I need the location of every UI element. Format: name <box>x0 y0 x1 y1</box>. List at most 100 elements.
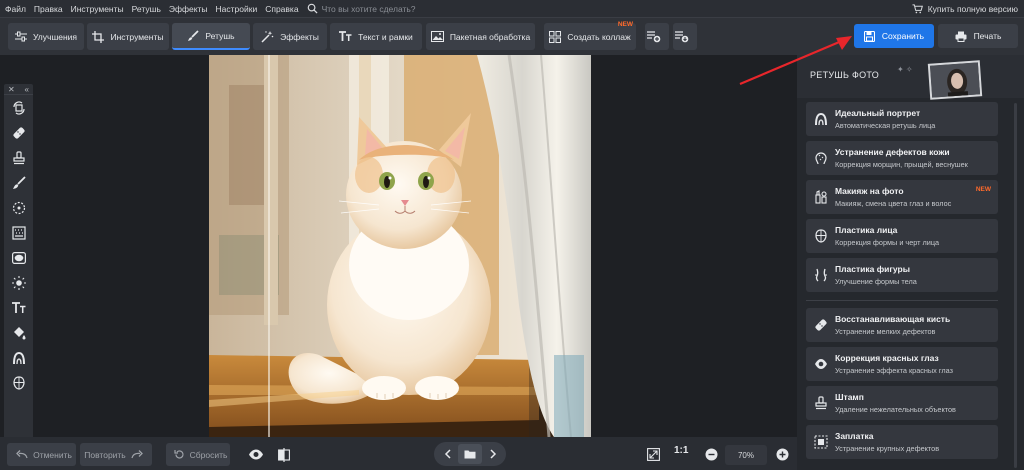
card-red-eye[interactable]: Коррекция красных глаз Устранение эффект… <box>806 347 998 381</box>
card-figure-shape[interactable]: Пластика фигуры Улучшение формы тела <box>806 258 998 292</box>
undo-button[interactable]: Отменить <box>7 443 76 466</box>
print-button[interactable]: Печать <box>938 24 1018 48</box>
close-icon[interactable]: ✕ <box>8 84 15 94</box>
new-badge: NEW <box>975 186 991 193</box>
face-shape-icon <box>12 375 25 390</box>
tab-batch-processing[interactable]: Пакетная обработка <box>426 23 535 50</box>
tab-effects[interactable]: Эффекты <box>253 23 327 50</box>
stamp-icon <box>815 396 827 410</box>
card-stamp[interactable]: Штамп Удаление нежелательных объектов <box>806 386 998 420</box>
card-subtitle: Устранение эффекта красных глаз <box>835 366 953 375</box>
sparkle-icon: ✦ ✧ <box>897 65 913 74</box>
tool-vignette[interactable] <box>4 245 33 270</box>
patch-area-icon <box>814 435 828 449</box>
card-healing-brush[interactable]: Восстанавливающая кисть Устранение мелки… <box>806 308 998 342</box>
menu-tools[interactable]: Инструменты <box>67 4 128 14</box>
tool-stamp[interactable] <box>4 145 33 170</box>
card-title: Восстанавливающая кисть <box>835 314 951 324</box>
buy-label: Купить полную версию <box>927 3 1018 14</box>
tool-face-shape[interactable] <box>4 370 33 395</box>
magic-wand-icon <box>261 30 274 43</box>
fill-icon <box>13 326 25 339</box>
compare-toggle[interactable] <box>275 443 293 466</box>
menu-effects[interactable]: Эффекты <box>165 4 212 14</box>
left-tool-panel: ✕ « <box>4 84 33 464</box>
redo-button[interactable]: Повторить <box>80 443 152 466</box>
tool-radial[interactable] <box>4 195 33 220</box>
vignette-icon <box>11 251 26 264</box>
portrait-icon <box>12 351 25 364</box>
cat-photo <box>209 55 591 437</box>
retouch-panel: РЕТУШЬ ФОТО ✦ ✧ Идеальный портрет Автома… <box>797 55 1024 470</box>
tool-gradient[interactable] <box>4 220 33 245</box>
actual-size-button[interactable]: 1:1 <box>674 445 688 456</box>
tool-text[interactable] <box>4 295 33 320</box>
batch-image-icon <box>430 31 444 42</box>
card-patch[interactable]: Заплатка Устранение крупных дефектов <box>806 425 998 459</box>
tool-rotate[interactable] <box>4 95 33 120</box>
save-label: Сохранить <box>881 31 925 41</box>
tab-text-frames[interactable]: Текст и рамки <box>330 23 422 50</box>
menu-edit[interactable]: Правка <box>30 4 67 14</box>
card-subtitle: Коррекция формы и черт лица <box>835 238 940 247</box>
collapse-icon[interactable]: « <box>25 84 29 94</box>
brush-icon <box>12 175 26 189</box>
tool-light[interactable] <box>4 270 33 295</box>
card-title: Пластика лица <box>835 225 898 235</box>
tab-tools[interactable]: Инструменты <box>87 23 169 50</box>
next-image-button[interactable] <box>484 442 502 466</box>
photo-canvas[interactable] <box>209 55 591 437</box>
skin-icon <box>815 152 827 165</box>
reset-button[interactable]: Сбросить <box>166 443 230 466</box>
gallery-button[interactable] <box>458 444 482 464</box>
card-subtitle: Макияж, смена цвета глаз и волос <box>835 199 952 208</box>
radial-icon <box>12 201 25 214</box>
menu-search[interactable]: Что вы хотите сделать? <box>307 3 416 14</box>
panel-controls: ✕ « <box>4 84 33 95</box>
preview-toggle[interactable] <box>246 443 266 466</box>
gradient-icon <box>11 225 26 240</box>
layers-download-icon <box>675 31 689 43</box>
card-title: Штамп <box>835 392 864 402</box>
tab-label: Инструменты <box>110 31 164 42</box>
canvas-area[interactable]: ✕ « <box>0 55 797 464</box>
card-face-shape[interactable]: Пластика лица Коррекция формы и черт лиц… <box>806 219 998 253</box>
menu-help[interactable]: Справка <box>261 4 302 14</box>
zoom-in-button[interactable] <box>774 443 790 466</box>
menu-settings[interactable]: Настройки <box>212 4 262 14</box>
zoom-level[interactable]: 70% <box>725 445 767 465</box>
compare-icon <box>278 447 290 462</box>
redo-icon <box>131 450 143 459</box>
tool-fill[interactable] <box>4 320 33 345</box>
menu-file[interactable]: Файл <box>0 4 30 14</box>
tab-enhancements[interactable]: Улучшения <box>8 23 84 50</box>
redo-label: Повторить <box>84 449 126 460</box>
panel-scrollbar[interactable] <box>1014 103 1017 468</box>
collage-icon <box>549 30 562 43</box>
save-button[interactable]: Сохранить <box>854 24 934 48</box>
menu-retouch[interactable]: Ретушь <box>128 4 165 14</box>
buy-full-version-link[interactable]: Купить полную версию <box>912 0 1018 17</box>
chevron-left-icon <box>444 449 451 459</box>
tab-label: Пакетная обработка <box>449 31 531 42</box>
tool-brush[interactable] <box>4 170 33 195</box>
card-skin-defects[interactable]: Устранение дефектов кожи Коррекция морщи… <box>806 141 998 175</box>
image-navigation <box>434 442 506 466</box>
download-layers-button[interactable] <box>673 23 697 50</box>
add-layer-button[interactable] <box>645 23 669 50</box>
tab-label: Создать коллаж <box>567 31 631 42</box>
floppy-disk-icon <box>863 30 875 42</box>
previous-image-button[interactable] <box>438 442 456 466</box>
tab-create-collage[interactable]: Создать коллаж NEW <box>544 21 636 50</box>
fit-to-screen-button[interactable] <box>644 443 662 466</box>
zoom-out-button[interactable] <box>703 443 719 466</box>
reset-icon <box>174 450 184 459</box>
tab-label: Улучшения <box>32 31 78 42</box>
card-ideal-portrait[interactable]: Идеальный портрет Автоматическая ретушь … <box>806 102 998 136</box>
tool-patch[interactable] <box>4 120 33 145</box>
tool-portrait[interactable] <box>4 345 33 370</box>
text-icon <box>339 31 352 41</box>
card-makeup[interactable]: Макияж на фото Макияж, смена цвета глаз … <box>806 180 998 214</box>
print-label: Печать <box>973 31 1002 41</box>
tab-retouch[interactable]: Ретушь <box>172 23 250 50</box>
